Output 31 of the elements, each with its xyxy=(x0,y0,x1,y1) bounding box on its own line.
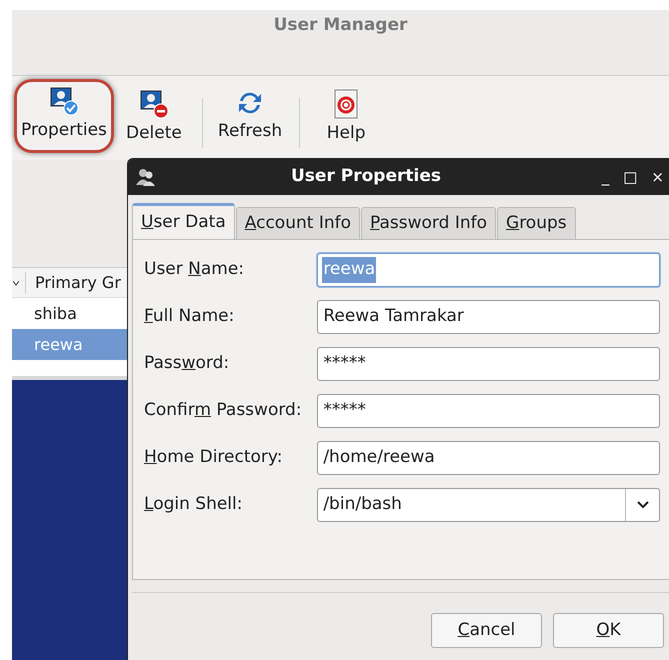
toolbar-button[interactable]: Help xyxy=(308,82,384,156)
field-label: Confirm Password: xyxy=(144,399,303,422)
input-field[interactable]: ***** xyxy=(317,347,660,381)
window-title: User Manager xyxy=(274,14,408,37)
field-label: Home Directory: xyxy=(144,446,284,470)
field-label: User Name: xyxy=(144,258,246,282)
dialog-button[interactable]: OK xyxy=(553,613,664,648)
input-field[interactable]: Reewa Tamrakar xyxy=(317,300,660,334)
users-icon xyxy=(136,168,156,186)
toolbar-button[interactable]: Properties xyxy=(14,79,114,152)
window-control[interactable]: × xyxy=(651,166,664,188)
tab[interactable]: Account Info xyxy=(236,207,360,240)
user-remove-icon xyxy=(138,89,169,119)
window-control[interactable]: _ xyxy=(602,166,610,188)
dropdown-field[interactable]: /bin/bash xyxy=(317,488,660,522)
dialog-button[interactable]: Cancel xyxy=(431,613,542,648)
window-control[interactable]: □ xyxy=(623,166,638,188)
input-field[interactable]: /home/reewa xyxy=(317,441,660,475)
field-label: Full Name: xyxy=(144,305,236,328)
tab[interactable]: Groups xyxy=(497,207,576,240)
input-field[interactable]: ***** xyxy=(317,394,660,428)
tab[interactable]: User Data xyxy=(132,203,235,240)
field-label: Password: xyxy=(144,352,230,376)
user-check-icon xyxy=(48,86,79,116)
dialog-title: User Properties xyxy=(291,165,441,188)
lifebuoy-icon xyxy=(333,89,360,119)
tab[interactable]: Password Info xyxy=(361,207,496,240)
chevron-down-icon xyxy=(636,501,648,509)
toolbar-button[interactable]: Refresh xyxy=(210,82,290,154)
toolbar-button[interactable]: Delete xyxy=(116,82,192,156)
field-label: Login Shell: xyxy=(144,493,244,516)
